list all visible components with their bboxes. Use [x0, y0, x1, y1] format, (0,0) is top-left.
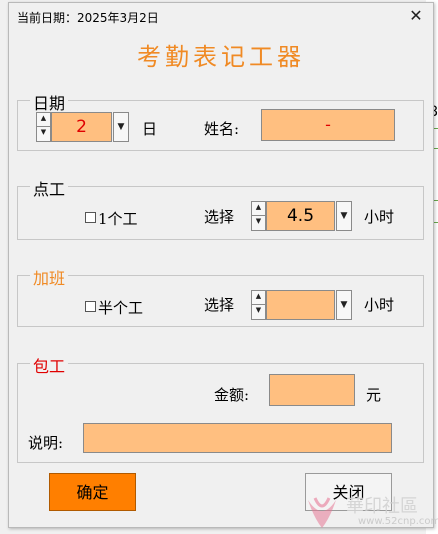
- app-title: 考勤表记工器: [137, 43, 305, 71]
- amount-label: 金额:: [214, 386, 250, 404]
- dialog-window: 当前日期：2025年3月2日 ✕ 考勤表记工器 日期 ▲ ▼ 2 ▼ 日 姓名:…: [8, 2, 434, 528]
- overtime-hours-spinner[interactable]: ▲ ▼: [251, 290, 266, 320]
- spin-up-icon[interactable]: ▲: [37, 113, 50, 127]
- day-field[interactable]: 2: [51, 112, 112, 142]
- overtime-legend: 加班: [30, 265, 69, 289]
- contract-work-legend: 包工: [30, 353, 69, 377]
- date-legend: 日期: [30, 90, 69, 114]
- spin-up-icon[interactable]: ▲: [252, 291, 265, 305]
- full-day-checkbox[interactable]: [85, 212, 96, 223]
- spin-down-icon[interactable]: ▼: [37, 127, 50, 141]
- chevron-down-icon[interactable]: ▼: [113, 112, 129, 142]
- overtime-hours-unit: 小时: [364, 296, 395, 314]
- regular-work-legend: 点工: [30, 176, 69, 200]
- name-field[interactable]: -: [261, 109, 395, 141]
- half-day-label: 半个工: [98, 299, 144, 317]
- half-day-checkbox[interactable]: [85, 301, 96, 312]
- regular-work-group: 点工 1个工 选择 ▲ ▼ 4.5 ▼ 小时: [17, 176, 424, 240]
- full-day-label: 1个工: [98, 210, 138, 228]
- amount-unit: 元: [366, 386, 382, 404]
- amount-field[interactable]: [269, 374, 355, 406]
- confirm-button[interactable]: 确定: [49, 473, 136, 511]
- overtime-select-label: 选择: [204, 296, 235, 314]
- note-field[interactable]: [83, 423, 392, 453]
- chevron-down-icon[interactable]: ▼: [336, 290, 352, 320]
- spin-up-icon[interactable]: ▲: [252, 202, 265, 216]
- contract-work-group: 包工 金额: 元 说明:: [17, 353, 424, 463]
- chevron-down-icon[interactable]: ▼: [336, 201, 352, 231]
- date-group: 日期 ▲ ▼ 2 ▼ 日 姓名: -: [17, 90, 424, 151]
- overtime-hours-field[interactable]: [266, 290, 335, 320]
- window-title: 当前日期：2025年3月2日: [17, 11, 159, 25]
- overtime-group: 加班 半个工 选择 ▲ ▼ ▼ 小时: [17, 265, 424, 327]
- note-label: 说明:: [28, 434, 64, 452]
- regular-hours-unit: 小时: [364, 208, 395, 226]
- regular-hours-field[interactable]: 4.5: [266, 201, 335, 231]
- day-suffix: 日: [142, 120, 158, 138]
- close-icon[interactable]: ✕: [405, 5, 427, 27]
- regular-hours-spinner[interactable]: ▲ ▼: [251, 201, 266, 231]
- watermark-logo-icon: [308, 497, 336, 528]
- name-label: 姓名:: [204, 120, 240, 138]
- regular-select-label: 选择: [204, 208, 235, 226]
- title-bar[interactable]: 当前日期：2025年3月2日 ✕: [9, 3, 433, 29]
- day-spinner[interactable]: ▲ ▼: [36, 112, 51, 142]
- watermark: 華印社區 www.52cnp.com: [298, 490, 438, 534]
- spin-down-icon[interactable]: ▼: [252, 305, 265, 319]
- spin-down-icon[interactable]: ▼: [252, 216, 265, 230]
- watermark-text: 華印社區: [346, 496, 418, 517]
- watermark-url: www.52cnp.com: [358, 516, 438, 527]
